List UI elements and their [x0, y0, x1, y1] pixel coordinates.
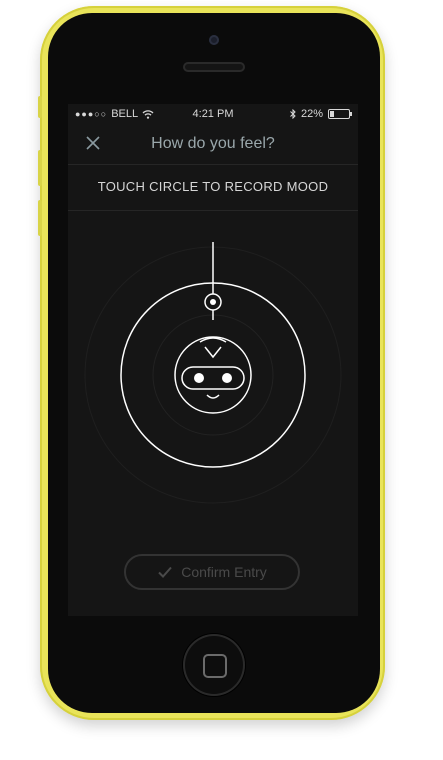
battery-level: [330, 111, 334, 117]
robot-face-icon: [174, 336, 252, 414]
confirm-entry-label: Confirm Entry: [181, 564, 267, 580]
battery-icon: [328, 109, 352, 119]
home-button[interactable]: [183, 634, 245, 696]
home-square-icon: [203, 654, 227, 678]
bluetooth-icon: [290, 109, 296, 119]
confirm-entry-button[interactable]: Confirm Entry: [124, 554, 300, 590]
volume-up-button: [38, 150, 42, 186]
page-title: How do you feel?: [151, 135, 275, 152]
earpiece-speaker: [183, 62, 245, 72]
status-bar: ●●●○○ BELL 4:21 PM 22%: [68, 104, 358, 124]
battery-percent: 22%: [300, 108, 323, 120]
checkmark-icon: [158, 566, 172, 578]
status-right: 22%: [290, 108, 352, 120]
instruction-text: TOUCH CIRCLE TO RECORD MOOD: [68, 164, 358, 211]
app-screen: ●●●○○ BELL 4:21 PM 22% How do you feel? …: [68, 104, 358, 616]
front-camera: [209, 35, 219, 45]
mute-switch: [38, 96, 42, 118]
nav-bar: How do you feel?: [68, 124, 358, 165]
mood-dial[interactable]: [68, 210, 358, 530]
volume-down-button: [38, 200, 42, 236]
